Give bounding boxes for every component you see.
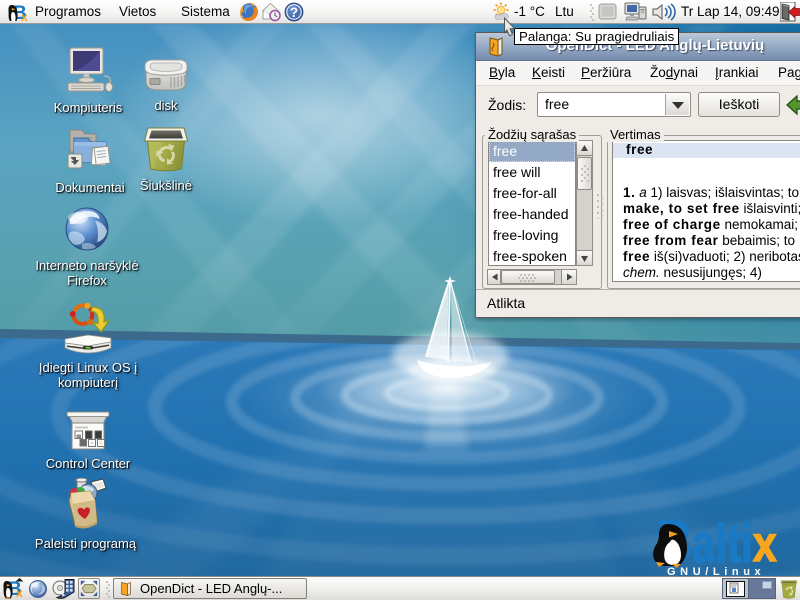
svg-text:x: x: [21, 10, 28, 21]
svg-text:x: x: [753, 516, 777, 572]
svg-text:?: ?: [290, 5, 298, 20]
svg-text:x: x: [16, 586, 23, 599]
